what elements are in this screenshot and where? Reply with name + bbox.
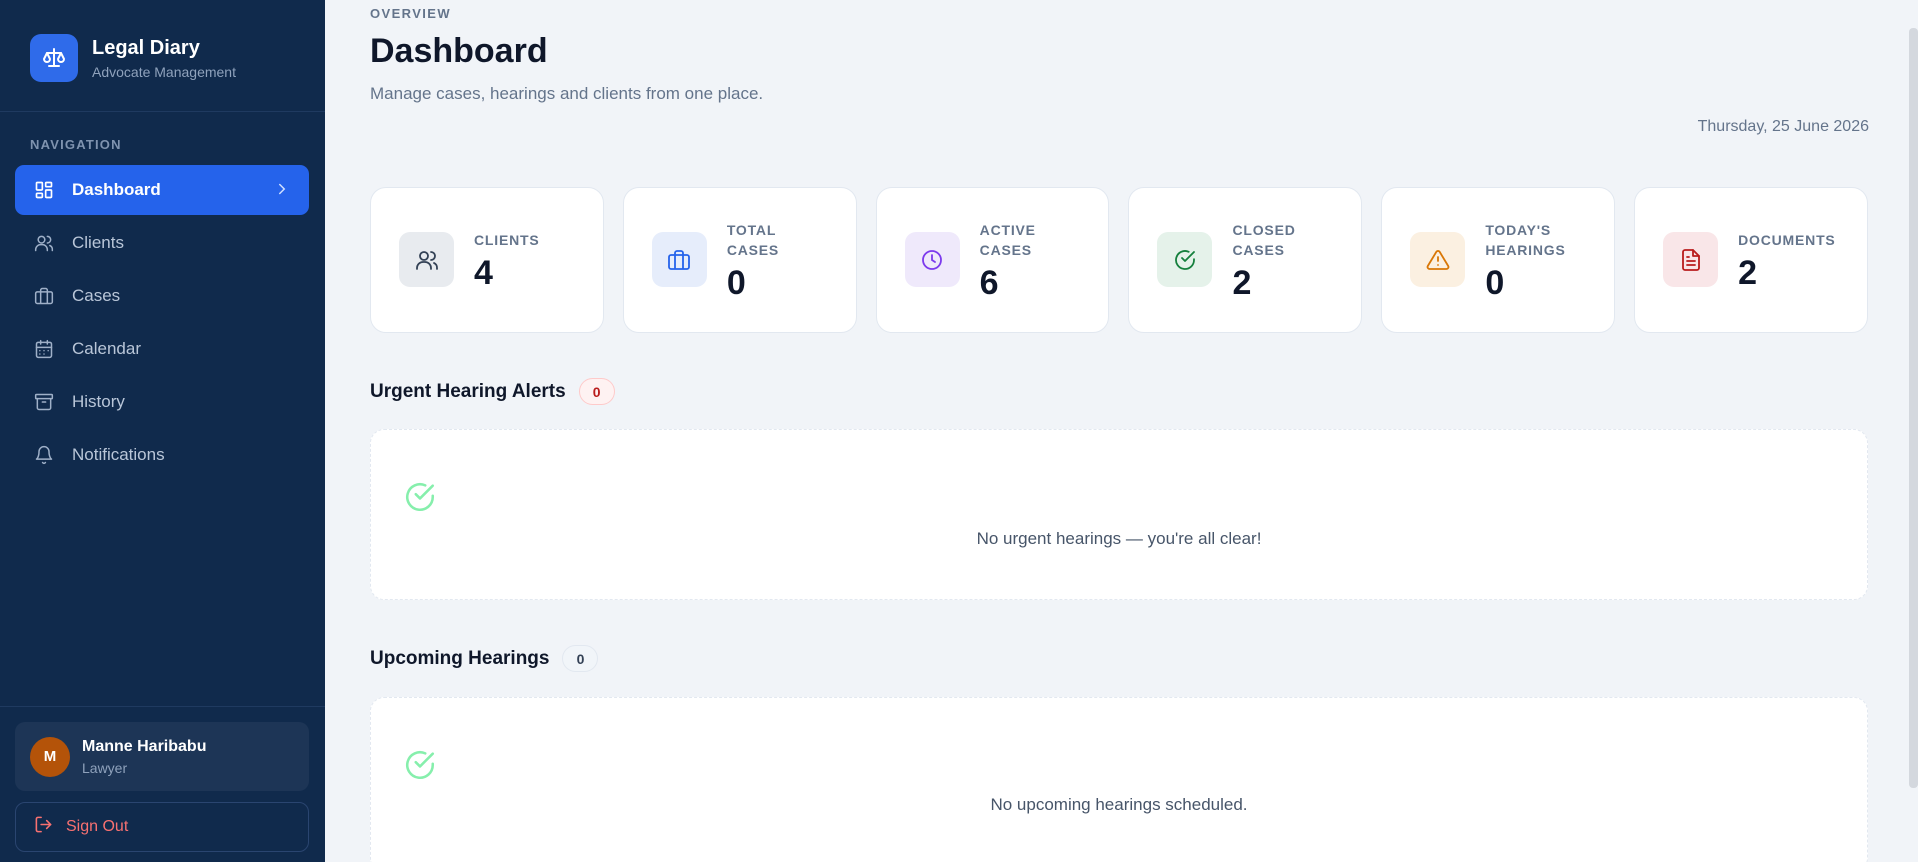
log-out-icon [34,815,53,839]
layout-grid-icon [33,179,55,201]
users-icon [399,232,454,287]
warning-icon [1410,232,1466,287]
stat-label: TOTAL CASES [726,222,780,258]
stat-card-active-cases[interactable]: ACTIVE CASES 6 [875,187,1110,333]
section-title: Upcoming Hearings [370,647,550,669]
empty-state-text: No urgent hearings — you're all clear! [976,529,1262,548]
sidebar-item-cases[interactable]: Cases [15,271,309,321]
sidebar-item-calendar[interactable]: Calendar [15,324,309,374]
user-role: Lawyer [82,759,128,776]
bell-icon [33,444,55,466]
stat-value: 0 [1485,264,1505,302]
stat-card-total-cases[interactable]: TOTAL CASES 0 [622,187,857,333]
stat-label: CLIENTS [474,232,540,248]
upcoming-hearings-header: Upcoming Hearings 0 [370,645,599,672]
stat-value: 2 [1738,254,1758,292]
app-subtitle: Advocate Management [92,64,236,80]
page-title: Dashboard [370,32,548,70]
sidebar-item-label: History [72,392,125,411]
stat-value: 0 [726,264,746,302]
brand[interactable]: Legal Diary Advocate Management [30,34,236,82]
upcoming-count-badge: 0 [562,645,599,672]
stat-card-closed-cases[interactable]: CLOSED CASES 2 [1128,187,1363,333]
page-subtitle: Manage cases, hearings and clients from … [370,84,764,103]
sidebar-item-label: Cases [72,286,121,305]
check-circle-icon [403,480,437,519]
sign-out-button[interactable]: Sign Out [15,802,309,852]
stat-label: DOCUMENTS [1738,232,1836,248]
sidebar-item-clients[interactable]: Clients [15,218,309,268]
sidebar-item-label: Clients [72,233,124,252]
user-name: Manne Haribabu [82,737,207,755]
page-overline: OVERVIEW [370,6,452,21]
sign-out-label: Sign Out [66,818,129,835]
sidebar-item-notifications[interactable]: Notifications [15,430,309,480]
check-circle-icon [1157,232,1213,287]
nav-heading: NAVIGATION [30,137,122,152]
stat-value: 2 [1232,264,1252,302]
stat-card-documents[interactable]: DOCUMENTS 2 [1634,187,1868,333]
divider [0,111,325,112]
upcoming-hearings-panel: No upcoming hearings scheduled. [370,697,1868,862]
stat-value: 4 [474,254,493,292]
check-circle-icon [403,748,437,787]
section-title: Urgent Hearing Alerts [370,380,566,402]
user-card[interactable]: M Manne Haribabu Lawyer [15,722,309,791]
stat-label: ACTIVE CASES [979,222,1036,258]
sidebar-item-label: Notifications [72,445,165,464]
urgent-alerts-panel: No urgent hearings — you're all clear! [370,429,1868,600]
sidebar-item-history[interactable]: History [15,377,309,427]
archive-icon [33,391,55,413]
sidebar-nav: Dashboard Clients Cases Calendar History… [15,165,309,483]
avatar: M [30,736,70,777]
document-icon [1663,232,1719,287]
main-content: OVERVIEW Dashboard Manage cases, hearing… [325,0,1918,862]
calendar-icon [33,338,55,360]
urgent-count-badge: 0 [578,378,615,405]
briefcase-icon [651,232,707,287]
divider [0,706,325,707]
sidebar-item-label: Calendar [72,339,141,358]
chevron-right-icon [273,180,291,203]
sidebar-item-dashboard[interactable]: Dashboard [15,165,309,215]
scales-icon [30,34,78,82]
stat-label: CLOSED CASES [1232,222,1296,258]
sidebar: Legal Diary Advocate Management NAVIGATI… [0,0,325,862]
urgent-alerts-header: Urgent Hearing Alerts 0 [370,378,615,405]
scrollbar[interactable] [1909,28,1918,788]
briefcase-icon [33,285,55,307]
app-title: Legal Diary [92,37,200,59]
stat-card-todays-hearings[interactable]: TODAY'S HEARINGS 0 [1381,187,1616,333]
stats-row: CLIENTS 4 TOTAL CASES 0 ACTIVE CASES 6 C… [370,187,1868,333]
current-date: Thursday, 25 June 2026 [1697,118,1869,135]
clock-icon [904,232,960,287]
stat-value: 6 [979,264,999,302]
users-icon [33,232,55,254]
stat-label: TODAY'S HEARINGS [1485,222,1566,258]
sidebar-item-label: Dashboard [72,180,161,199]
empty-state-text: No upcoming hearings scheduled. [990,795,1248,814]
stat-card-clients[interactable]: CLIENTS 4 [370,187,604,333]
